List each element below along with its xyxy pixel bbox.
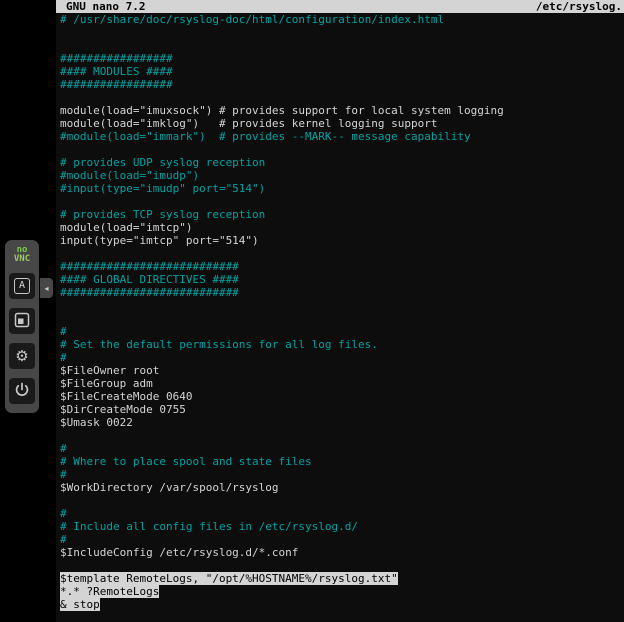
terminal-line: ########################### [60,260,624,273]
terminal-line: # provides TCP syslog reception [60,208,624,221]
terminal-line: $FileGroup adm [60,377,624,390]
vnc-background-strip: no VNC A ⚙ [0,0,56,622]
terminal-line: # Set the default permissions for all lo… [60,338,624,351]
novnc-logo-text-vnc: VNC [14,255,30,264]
chevron-left-icon: ◂ [44,284,48,293]
terminal-line: module(load="imklog") # provides kernel … [60,117,624,130]
terminal-line: # [60,442,624,455]
terminal-line: # [60,533,624,546]
editor-content: # /usr/share/doc/rsyslog-doc/html/config… [56,13,624,611]
terminal-line: & stop [60,598,624,611]
fullscreen-icon [14,312,30,331]
terminal-line: # Where to place spool and state files [60,455,624,468]
terminal-line: #### GLOBAL DIRECTIVES #### [60,273,624,286]
terminal-line: # Include all config files in /etc/rsysl… [60,520,624,533]
terminal-line [60,143,624,156]
power-button[interactable] [9,378,35,404]
terminal-line [60,26,624,39]
terminal-line: module(load="imtcp") [60,221,624,234]
keyboard-a-icon: A [14,278,30,294]
terminal-line: $WorkDirectory /var/spool/rsyslog [60,481,624,494]
terminal-line: # [60,351,624,364]
nano-titlebar: GNU nano 7.2 /etc/rsyslog. [56,0,624,13]
terminal-line: #module(load="imudp") [60,169,624,182]
terminal-line: $FileCreateMode 0640 [60,390,624,403]
nano-version-label: GNU nano 7.2 [66,0,145,13]
terminal-line: #### MODULES #### [60,65,624,78]
terminal-line: # provides UDP syslog reception [60,156,624,169]
terminal-line: input(type="imtcp" port="514") [60,234,624,247]
extra-keys-button[interactable]: A [9,273,35,299]
terminal-line: $template RemoteLogs, "/opt/%HOSTNAME%/r… [60,572,624,585]
terminal-line: # [60,468,624,481]
novnc-logo: no VNC [14,246,30,264]
terminal-line: $FileOwner root [60,364,624,377]
fullscreen-button[interactable] [9,308,35,334]
settings-button[interactable]: ⚙ [9,343,35,369]
terminal-line: $Umask 0022 [60,416,624,429]
terminal-line: ################# [60,78,624,91]
nano-editor-terminal[interactable]: GNU nano 7.2 /etc/rsyslog. # /usr/share/… [56,0,624,622]
terminal-line: $DirCreateMode 0755 [60,403,624,416]
terminal-line: module(load="imuxsock") # provides suppo… [60,104,624,117]
terminal-line: #module(load="immark") # provides --MARK… [60,130,624,143]
terminal-line: *.* ?RemoteLogs [60,585,624,598]
terminal-line: ########################### [60,286,624,299]
terminal-line [60,494,624,507]
terminal-line [60,299,624,312]
terminal-line: ################# [60,52,624,65]
power-icon [14,382,30,401]
control-bar-collapse-handle[interactable]: ◂ [40,278,53,298]
terminal-line: $IncludeConfig /etc/rsyslog.d/*.conf [60,546,624,559]
terminal-line [60,559,624,572]
terminal-line: #input(type="imudp" port="514") [60,182,624,195]
terminal-line: # [60,507,624,520]
terminal-line: # [60,325,624,338]
terminal-line [60,195,624,208]
terminal-line: # /usr/share/doc/rsyslog-doc/html/config… [60,13,624,26]
terminal-line [60,39,624,52]
nano-filename-label: /etc/rsyslog. [536,0,622,13]
terminal-line [60,312,624,325]
terminal-line [60,91,624,104]
terminal-line [60,247,624,260]
terminal-line [60,429,624,442]
novnc-control-bar: no VNC A ⚙ [5,240,39,413]
vnc-screen: no VNC A ⚙ [0,0,624,622]
gear-icon: ⚙ [15,349,28,364]
